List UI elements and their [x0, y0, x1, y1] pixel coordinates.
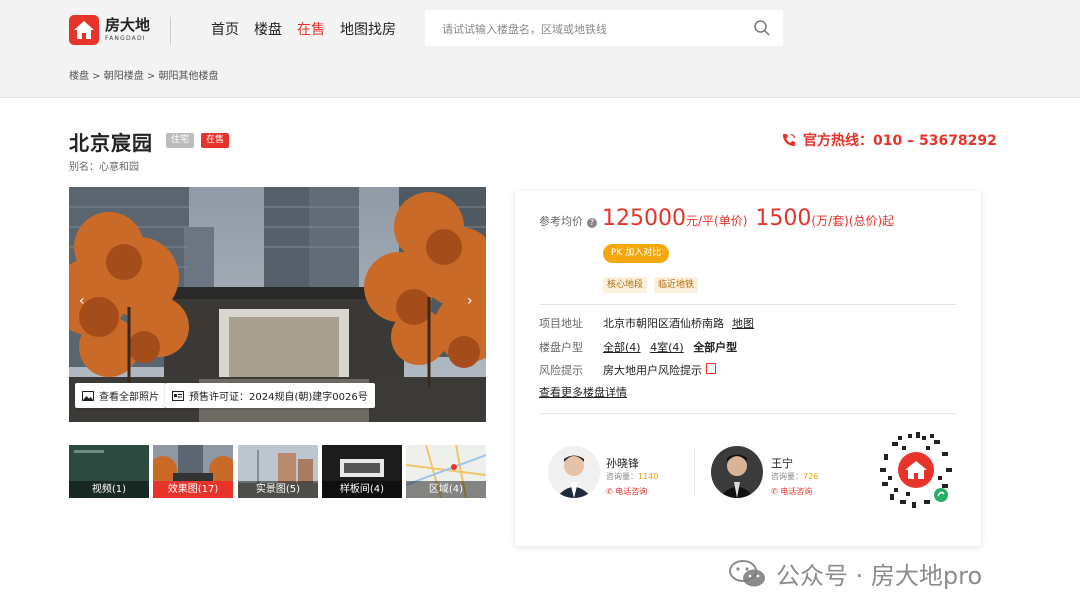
avatar[interactable] [548, 446, 600, 498]
agent-phone-consult-button[interactable]: ✆ 电话咨询 [606, 486, 647, 497]
total-price-suffix: (万/套)(总价)起 [811, 214, 895, 228]
layout-all-link[interactable]: 全部(4) [603, 341, 641, 354]
wechat-icon [729, 559, 765, 586]
thumb-video[interactable]: 视频(1) [69, 445, 149, 498]
agent-phone-consult-button[interactable]: ✆ 电话咨询 [771, 486, 812, 497]
layout-row: 楼盘户型 全部(4) 4室(4) 全部户型 [539, 339, 743, 355]
nav-map-search[interactable]: 地图找房 [340, 19, 396, 39]
thumb-showroom-label: 样板间(4) [322, 481, 402, 498]
layout-label: 楼盘户型 [539, 341, 583, 354]
image-icon [82, 390, 94, 401]
nav-on-sale[interactable]: 在售 [297, 19, 325, 39]
mini-program-qr-code [878, 432, 954, 508]
header-divider [170, 17, 171, 45]
address-row: 项目地址 北京市朝阳区酒仙桥南路 地图 [539, 315, 754, 331]
agent-consult-count: 咨询量：1140 [606, 472, 659, 481]
thumb-video-label: 视频(1) [69, 481, 149, 498]
more-details-link[interactable]: 查看更多楼盘详情 [539, 384, 627, 400]
thumb-area-map[interactable]: 区域(4) [406, 445, 486, 498]
card-divider [539, 413, 957, 414]
total-price: 1500 [755, 206, 812, 231]
card-divider [539, 304, 957, 305]
agent-consult-count: 咨询量：726 [771, 472, 819, 481]
agent-name[interactable]: 孙晓锋 [606, 455, 639, 471]
project-alias: 别名：心意和园 [69, 162, 139, 173]
tag-on-sale: 在售 [201, 133, 230, 148]
unit-price: 125000 [602, 206, 686, 231]
map-link[interactable]: 地图 [732, 315, 754, 331]
logo-english: FANGDADI [105, 35, 146, 42]
risk-row: 风险提示 房大地用户风险提示 [539, 362, 716, 378]
logo-house-icon [69, 15, 99, 45]
nav-projects[interactable]: 楼盘 [254, 19, 282, 39]
search-icon[interactable] [753, 19, 771, 37]
nav-home[interactable]: 首页 [211, 19, 239, 39]
risk-label: 风险提示 [539, 364, 583, 377]
price-label: 参考均价 [539, 215, 583, 228]
logo-name: 房大地 [105, 16, 151, 34]
watermark-text: 公众号 · 房大地pro [776, 562, 983, 590]
view-all-photos-button[interactable]: 查看全部照片 [75, 383, 166, 408]
feature-tag-core-location: 核心地段 [603, 277, 648, 293]
thumb-renderings-label: 效果图(17) [153, 481, 233, 498]
feature-tag-near-subway: 临近地铁 [654, 277, 699, 293]
address-label: 项目地址 [539, 317, 583, 330]
hotline[interactable]: 官方热线：010 – 53678292 [781, 130, 997, 150]
breadcrumb[interactable]: 楼盘 > 朝阳楼盘 > 朝阳其他楼盘 [69, 67, 218, 82]
site-logo[interactable]: 房大地 FANGDADI [69, 15, 150, 45]
project-title: 北京宸园 [69, 131, 153, 155]
thumb-showroom[interactable]: 样板间(4) [322, 445, 402, 498]
search-input[interactable]: 请试试输入楼盘名，区域或地铁线 [425, 10, 783, 46]
id-card-icon [172, 390, 184, 401]
presale-permit-button[interactable]: 预售许可证：2024规自(朝)建字0026号 [165, 383, 375, 408]
price-row: 参考均价 ? 125000 元/平(单价) 1500 (万/套)(总价)起 [539, 206, 894, 231]
risk-text[interactable]: 房大地用户风险提示 [603, 362, 702, 378]
address-value: 北京市朝阳区酒仙桥南路 [603, 317, 724, 330]
document-icon [706, 363, 716, 374]
presale-permit-label: 预售许可证：2024规自(朝)建字0026号 [189, 392, 368, 403]
prev-photo-icon[interactable]: ‹ [79, 293, 85, 309]
unit-price-suffix: 元/平(单价) [685, 214, 748, 228]
pk-compare-button[interactable]: PK 加入对比 [603, 244, 670, 263]
agent-name[interactable]: 王宁 [771, 455, 793, 471]
view-all-photos-label: 查看全部照片 [99, 392, 159, 403]
thumb-renderings[interactable]: 效果图(17) [153, 445, 233, 498]
layout-alltypes-link[interactable]: 全部户型 [693, 341, 737, 354]
thumb-area-map-label: 区域(4) [406, 481, 486, 498]
avatar[interactable] [711, 446, 763, 498]
layout-4room-link[interactable]: 4室(4) [650, 341, 684, 354]
help-icon[interactable]: ? [587, 218, 597, 228]
tag-residential: 住宅 [166, 133, 195, 148]
next-photo-icon[interactable]: › [467, 293, 473, 309]
phone-icon [783, 133, 796, 146]
watermark: 公众号 · 房大地pro [728, 556, 982, 591]
hotline-text: 官方热线：010 – 53678292 [803, 133, 997, 149]
thumb-real-photos[interactable]: 实景图(5) [238, 445, 318, 498]
agent-divider [694, 447, 695, 497]
search-placeholder: 请试试输入楼盘名，区域或地铁线 [442, 23, 607, 36]
thumb-real-photos-label: 实景图(5) [238, 481, 318, 498]
main-nav: 首页 楼盘 在售 地图找房 [211, 19, 396, 39]
